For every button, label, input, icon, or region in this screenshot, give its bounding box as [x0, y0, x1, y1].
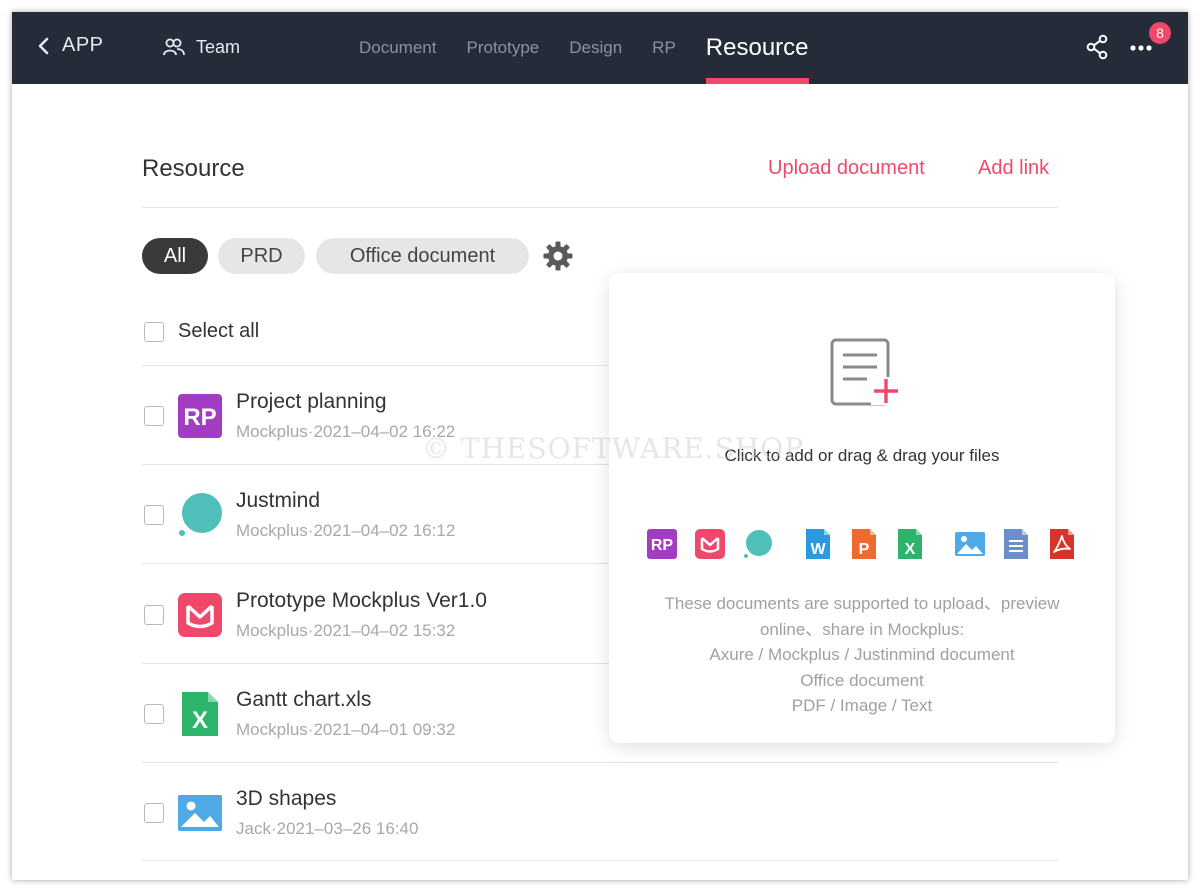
back-label: APP — [62, 34, 104, 56]
tab-document[interactable]: Document — [359, 12, 436, 84]
share-button[interactable] — [1085, 34, 1109, 65]
row-checkbox[interactable] — [144, 803, 164, 823]
divider — [142, 860, 1058, 861]
word-icon: W — [806, 529, 830, 559]
powerpoint-icon: P — [852, 529, 876, 559]
excel-icon: X — [898, 529, 922, 559]
file-name: 3D shapes — [236, 787, 337, 810]
team-label: Team — [196, 36, 241, 57]
file-meta: Mockplus·2021–04–02 16:22 — [236, 422, 456, 441]
pdf-icon — [1050, 529, 1074, 559]
mockplus-icon — [178, 593, 222, 637]
supported-types-row: RP W P X — [645, 529, 1085, 563]
justinmind-icon — [744, 530, 772, 558]
select-all-label: Select all — [178, 320, 260, 342]
app-window: APP Team Document Prototype Design RP Re… — [12, 12, 1188, 880]
file-meta: Mockplus·2021–04–02 16:12 — [236, 521, 456, 540]
page-title: Resource — [142, 155, 245, 182]
file-meta: Jack·2021–03–26 16:40 — [236, 819, 419, 838]
axure-rp-icon: RP — [178, 394, 222, 438]
justinmind-icon — [179, 493, 222, 536]
text-icon — [1004, 529, 1028, 559]
tab-prototype[interactable]: Prototype — [466, 12, 539, 84]
supported-formats-text: These documents are supported to upload、… — [609, 591, 1115, 719]
svg-text:RP: RP — [183, 404, 216, 431]
file-name: Gantt chart.xls — [236, 688, 372, 711]
file-name: Project planning — [236, 390, 387, 413]
team-button[interactable]: Team — [162, 36, 240, 58]
svg-text:P: P — [859, 541, 870, 558]
filter-all[interactable]: All — [142, 238, 208, 274]
filter-settings-button[interactable] — [542, 240, 574, 277]
svg-text:W: W — [810, 541, 826, 558]
axure-rp-icon: RP — [647, 529, 677, 559]
notification-badge: 8 — [1149, 22, 1171, 44]
select-all[interactable]: Select all — [144, 320, 259, 343]
row-checkbox[interactable] — [144, 605, 164, 625]
row-checkbox[interactable] — [144, 505, 164, 525]
back-to-app-button[interactable]: APP — [36, 34, 104, 57]
support-line: These documents are supported to upload、… — [664, 594, 1060, 613]
row-checkbox[interactable] — [144, 704, 164, 724]
share-icon — [1086, 34, 1108, 60]
top-bar: APP Team Document Prototype Design RP Re… — [12, 12, 1188, 84]
svg-text:X: X — [905, 541, 916, 558]
support-line: online、share in Mockplus: — [759, 619, 965, 639]
image-icon — [178, 795, 222, 831]
file-name: Prototype Mockplus Ver1.0 — [236, 589, 487, 612]
file-name: Justmind — [236, 489, 321, 512]
mockplus-icon — [695, 529, 725, 559]
support-line: Axure / Mockplus / Justinmind document — [709, 645, 1015, 664]
divider — [142, 207, 1058, 208]
file-meta: Mockplus·2021–04–02 15:32 — [236, 621, 456, 640]
add-link-link[interactable]: Add link — [978, 157, 1049, 180]
upload-document-link[interactable]: Upload document — [768, 157, 925, 180]
upload-drop-zone[interactable]: Click to add or drag & drag your files R… — [609, 273, 1115, 743]
add-document-icon — [830, 338, 901, 406]
main-nav: Document Prototype Design RP Resource — [359, 12, 839, 84]
tab-resource[interactable]: Resource — [705, 12, 809, 84]
tab-rp[interactable]: RP — [652, 12, 676, 84]
row-checkbox[interactable] — [144, 406, 164, 426]
svg-text:RP: RP — [651, 537, 674, 554]
support-line: Office document — [800, 670, 924, 690]
filter-prd[interactable]: PRD — [218, 238, 305, 274]
file-meta: Mockplus·2021–04–01 09:32 — [236, 720, 456, 739]
gear-icon — [543, 241, 573, 271]
list-item[interactable]: 3D shapes Jack·2021–03–26 16:40 — [142, 763, 1058, 861]
svg-text:X: X — [192, 707, 208, 734]
image-icon — [955, 532, 985, 556]
support-line: PDF / Image / Text — [791, 696, 933, 715]
chevron-left-icon — [38, 37, 49, 54]
filter-office-document[interactable]: Office document — [316, 238, 529, 274]
upload-hint: Click to add or drag & drag your files — [724, 446, 1000, 465]
team-icon — [163, 38, 185, 56]
select-all-checkbox[interactable] — [144, 321, 164, 342]
tab-design[interactable]: Design — [569, 12, 622, 84]
excel-icon: X — [182, 692, 218, 736]
